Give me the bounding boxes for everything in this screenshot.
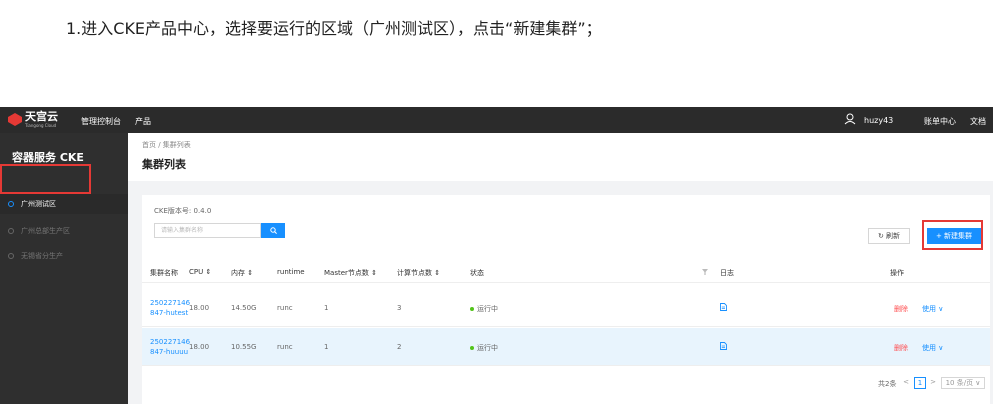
table-row: 250227146 847-huuuu 18.00 10.55G runc 1 … bbox=[142, 328, 990, 366]
th-status: 状态 bbox=[470, 269, 484, 277]
th-memory[interactable]: 内存 ⇕ bbox=[231, 268, 253, 278]
new-cluster-button[interactable]: + 新建集群 bbox=[927, 228, 981, 244]
sidebar-title: 容器服务 CKE bbox=[12, 151, 84, 164]
cell-master-nodes: 1 bbox=[324, 343, 329, 351]
instruction-text: 1.进入CKE产品中心，选择要运行的区域（广州测试区），点击“新建集群”； bbox=[66, 19, 602, 38]
sidebar-item-wuxi-prod[interactable]: 无锡省分生产 bbox=[0, 246, 128, 266]
delete-button[interactable]: 删除 bbox=[894, 304, 908, 314]
sidebar-item-guangzhou-hq-prod[interactable]: 广州总部生产区 bbox=[0, 221, 128, 241]
highlight-box-region bbox=[0, 164, 91, 194]
pagination-next[interactable]: > bbox=[928, 377, 938, 389]
table-row: 250227146 847-hutest 18.00 14.50G runc 1… bbox=[142, 289, 990, 327]
status-running-dot bbox=[470, 307, 474, 311]
page-title: 集群列表 bbox=[142, 158, 186, 171]
search-input[interactable]: 请输入集群名称 bbox=[154, 223, 261, 238]
th-name: 集群名称 bbox=[150, 269, 178, 277]
cell-runtime: runc bbox=[277, 343, 293, 351]
sidebar-item-label: 无锡省分生产 bbox=[21, 252, 63, 260]
nav-bill-center-link[interactable]: 账单中心 bbox=[924, 116, 956, 127]
cell-cpu: 18.00 bbox=[189, 304, 210, 312]
log-file-icon[interactable] bbox=[720, 342, 727, 350]
use-dropdown[interactable]: 使用 ∨ bbox=[922, 304, 943, 314]
cell-runtime: runc bbox=[277, 304, 293, 312]
log-file-icon[interactable] bbox=[720, 303, 727, 311]
sidebar-item-label: 广州测试区 bbox=[21, 200, 56, 208]
pagination-total: 共2条 bbox=[878, 380, 897, 388]
main-content: 首页 / 集群列表 集群列表 CKE版本号: 0.4.0 请输入集群名称 ↻ 刷… bbox=[128, 133, 993, 404]
th-cpu[interactable]: CPU ⇕ bbox=[189, 268, 211, 276]
region-icon bbox=[8, 201, 14, 207]
nav-console-link[interactable]: 管理控制台 bbox=[81, 116, 121, 127]
top-nav-bar: 天宫云 Tiangong Cloud 管理控制台 产品 huzy43 账单中心 … bbox=[0, 107, 993, 133]
breadcrumb[interactable]: 首页 / 集群列表 bbox=[142, 140, 191, 150]
cell-status: 运行中 bbox=[470, 343, 498, 353]
cke-version: CKE版本号: 0.4.0 bbox=[154, 207, 212, 215]
logo-icon bbox=[8, 113, 22, 126]
cluster-list-card: CKE版本号: 0.4.0 请输入集群名称 ↻ 刷新 + 新建集群 集群名称 C… bbox=[142, 195, 990, 404]
logo-text: 天宫云 bbox=[25, 110, 58, 123]
cell-memory: 14.50G bbox=[231, 304, 257, 312]
table-header: 集群名称 CPU ⇕ 内存 ⇕ runtime Master节点数 ⇕ 计算节点… bbox=[142, 261, 990, 283]
delete-button[interactable]: 删除 bbox=[894, 343, 908, 353]
pagination-page-1[interactable]: 1 bbox=[914, 377, 926, 389]
pagination-prev[interactable]: < bbox=[901, 377, 911, 389]
page-size-select[interactable]: 10 条/页 ∨ bbox=[941, 377, 985, 389]
filter-icon[interactable] bbox=[702, 269, 708, 275]
region-icon bbox=[8, 228, 14, 234]
nav-products-link[interactable]: 产品 bbox=[135, 116, 151, 127]
cell-master-nodes: 1 bbox=[324, 304, 329, 312]
nav-username[interactable]: huzy43 bbox=[864, 116, 893, 125]
th-runtime: runtime bbox=[277, 268, 305, 276]
cluster-name-link[interactable]: 250227146 847-huuuu bbox=[150, 337, 190, 357]
cluster-name-link[interactable]: 250227146 847-hutest bbox=[150, 298, 190, 318]
sidebar-item-guangzhou-test[interactable]: 广州测试区 bbox=[0, 194, 128, 214]
search-button[interactable] bbox=[261, 223, 285, 238]
region-icon bbox=[8, 253, 14, 259]
page-header: 首页 / 集群列表 集群列表 bbox=[128, 133, 993, 181]
cell-status: 运行中 bbox=[470, 304, 498, 314]
status-running-dot bbox=[470, 346, 474, 350]
search-icon bbox=[269, 227, 277, 234]
use-dropdown[interactable]: 使用 ∨ bbox=[922, 343, 943, 353]
th-master-nodes[interactable]: Master节点数 ⇕ bbox=[324, 268, 377, 278]
nav-docs-link[interactable]: 文档 bbox=[970, 116, 986, 127]
logo-subtitle: Tiangong Cloud bbox=[25, 123, 57, 128]
cell-compute-nodes: 2 bbox=[397, 343, 402, 351]
th-compute-nodes[interactable]: 计算节点数 ⇕ bbox=[397, 268, 440, 278]
refresh-icon: ↻ bbox=[877, 232, 884, 240]
refresh-button[interactable]: ↻ 刷新 bbox=[868, 228, 910, 244]
refresh-label: 刷新 bbox=[886, 232, 901, 240]
console-screenshot: 天宫云 Tiangong Cloud 管理控制台 产品 huzy43 账单中心 … bbox=[0, 107, 993, 404]
sidebar-item-label: 广州总部生产区 bbox=[21, 227, 70, 235]
cell-compute-nodes: 3 bbox=[397, 304, 402, 312]
cell-cpu: 18.00 bbox=[189, 343, 210, 351]
th-actions: 操作 bbox=[890, 269, 904, 277]
user-icon[interactable] bbox=[844, 113, 856, 125]
cell-memory: 10.55G bbox=[231, 343, 257, 351]
th-logs: 日志 bbox=[720, 269, 734, 277]
